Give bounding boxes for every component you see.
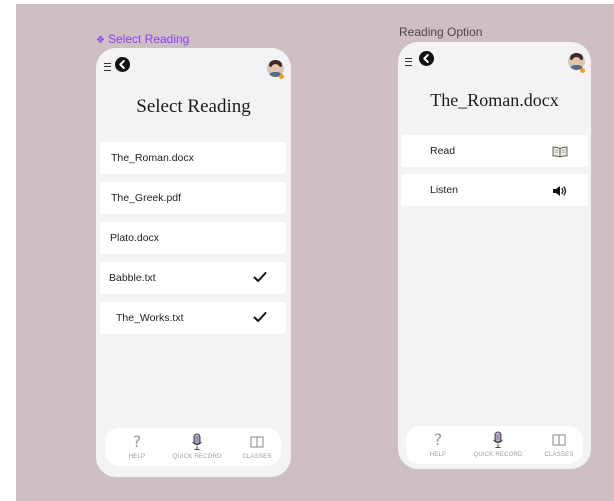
nav-help[interactable]: ? HELP	[125, 432, 149, 461]
option-label: Read	[430, 145, 456, 157]
nav-quick-record[interactable]: QUICK RECORD	[466, 430, 530, 458]
file-row[interactable]: The_Greek.pdf	[100, 182, 286, 214]
checkmark-icon[interactable]	[253, 271, 267, 283]
file-row[interactable]: Plato.docx	[100, 222, 286, 254]
option-label: Listen	[430, 184, 459, 196]
book-icon	[250, 436, 264, 448]
book-icon	[552, 434, 566, 446]
hamburger-menu-icon[interactable]	[104, 63, 111, 71]
page-title: The_Roman.docx	[430, 90, 559, 110]
page-title: Select Reading	[136, 96, 251, 117]
hamburger-menu-icon[interactable]	[405, 58, 412, 66]
listen-option[interactable]: Listen	[401, 174, 588, 206]
chevron-left-icon	[119, 60, 125, 69]
component-icon: ❖	[96, 35, 105, 46]
frame-label-text: Select Reading	[107, 32, 190, 46]
notification-dot	[279, 74, 284, 79]
microphone-icon	[192, 433, 202, 450]
file-name: Babble.txt	[109, 272, 156, 284]
reading-option-screen: The_Roman.docx Read Listen ? HELP QUICK …	[398, 42, 591, 469]
nav-label: HELP	[429, 452, 447, 458]
checkmark-icon[interactable]	[253, 311, 267, 323]
nav-label: CLASSES	[544, 452, 574, 458]
bottom-nav: ? HELP QUICK RECORD CLASSES	[406, 426, 583, 464]
frame-label-select-reading[interactable]: ❖ Select Reading	[96, 32, 189, 48]
bottom-nav: ? HELP QUICK RECORD CLASSES	[105, 428, 281, 466]
help-icon: ?	[433, 430, 443, 449]
nav-quick-record[interactable]: QUICK RECORD	[165, 432, 229, 460]
nav-label: CLASSES	[242, 454, 272, 460]
file-name: The_Works.txt	[116, 312, 184, 324]
file-row[interactable]: The_Roman.docx	[100, 142, 286, 174]
read-option[interactable]: Read	[401, 135, 588, 167]
nav-classes[interactable]: CLASSES	[541, 430, 577, 458]
file-row[interactable]: The_Works.txt	[100, 302, 286, 334]
nav-label: QUICK RECORD	[172, 454, 222, 460]
nav-label: HELP	[128, 454, 146, 460]
select-reading-screen: Select Reading The_Roman.docx The_Greek.…	[96, 48, 291, 477]
speaker-icon	[553, 186, 566, 196]
notification-dot	[580, 68, 585, 73]
nav-label: QUICK RECORD	[473, 452, 523, 458]
nav-classes[interactable]: CLASSES	[239, 432, 275, 460]
chevron-left-icon	[423, 54, 429, 63]
back-button[interactable]	[115, 57, 130, 72]
file-row[interactable]: Babble.txt	[100, 262, 286, 294]
microphone-icon	[493, 431, 503, 448]
book-icon	[552, 146, 568, 158]
frame-label-reading-option[interactable]: Reading Option	[399, 25, 482, 39]
file-name: Plato.docx	[110, 232, 160, 244]
help-icon: ?	[132, 432, 142, 451]
nav-help[interactable]: ? HELP	[426, 430, 450, 459]
file-name: The_Greek.pdf	[111, 192, 182, 204]
back-button[interactable]	[419, 51, 434, 66]
file-name: The_Roman.docx	[111, 152, 194, 164]
